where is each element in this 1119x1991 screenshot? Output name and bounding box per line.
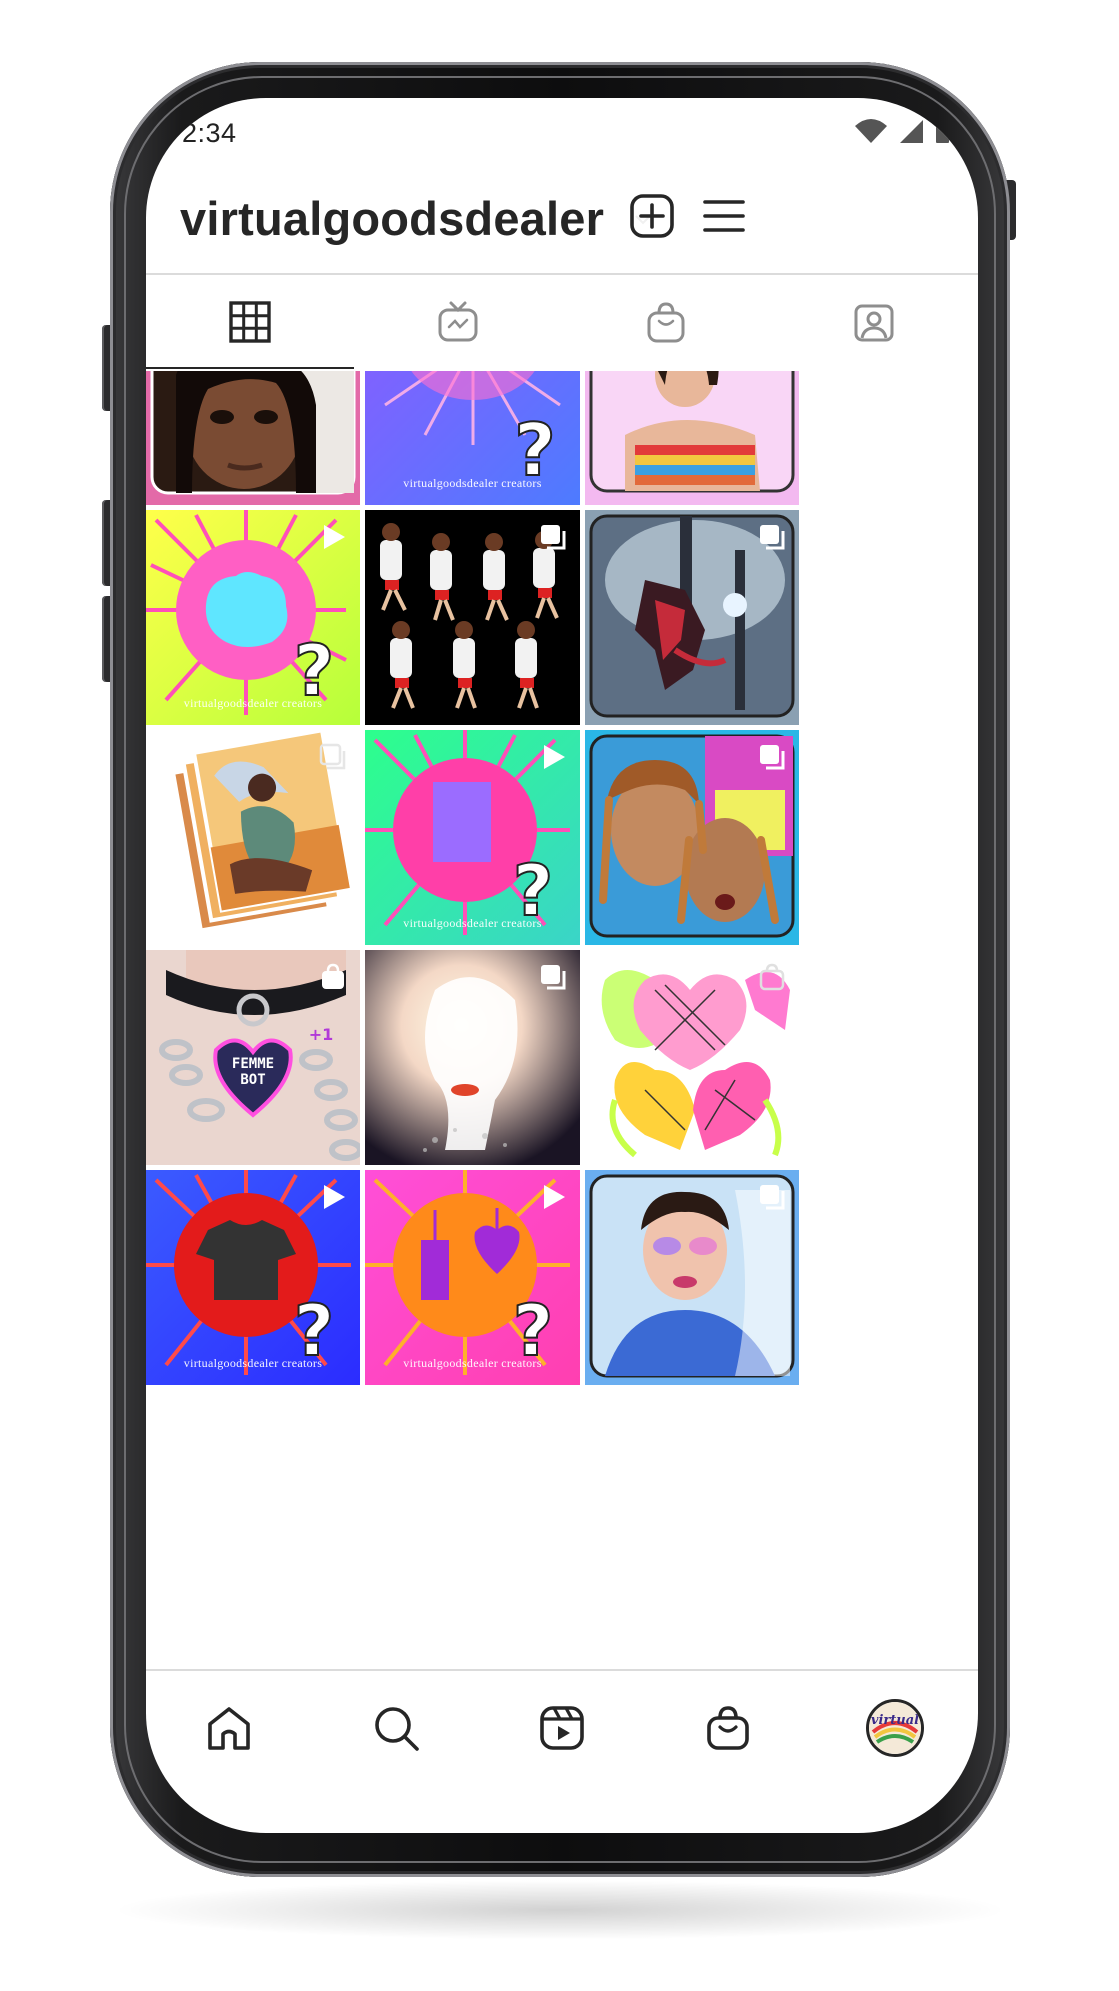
nav-search[interactable] xyxy=(312,1672,478,1784)
svg-text:BOT: BOT xyxy=(240,1072,265,1088)
reel-play-icon xyxy=(324,1185,345,1209)
post-caption: virtualgoodsdealer creators xyxy=(403,1356,542,1370)
nav-reels[interactable] xyxy=(479,1672,645,1784)
grid-post[interactable] xyxy=(585,510,799,725)
grid-post[interactable] xyxy=(585,730,799,945)
shopping-bag-icon xyxy=(759,963,785,991)
post-caption: virtualgoodsdealer creators xyxy=(403,476,542,490)
reel-play-icon xyxy=(544,1185,565,1209)
tab-shop[interactable] xyxy=(562,275,770,368)
reels-icon xyxy=(540,1706,584,1750)
profile-tabs xyxy=(146,275,978,369)
status-icons xyxy=(854,118,950,144)
svg-text:virtual: virtual xyxy=(871,1713,919,1728)
hamburger-menu-icon xyxy=(703,200,745,232)
phone-screen: 2:34 virtualgoodsdealer ? virtualgoodsde… xyxy=(146,98,978,1833)
post-photo-portrait xyxy=(146,371,360,505)
grid-post[interactable]: FEMME BOT +1 xyxy=(146,950,360,1165)
svg-text:+1: +1 xyxy=(309,1025,334,1044)
grid-post[interactable] xyxy=(146,371,360,505)
profile-username[interactable]: virtualgoodsdealer xyxy=(180,191,604,246)
posts-grid: ? virtualgoodsdealer creators ? virtualg… xyxy=(146,371,978,1669)
nav-shop[interactable] xyxy=(645,1672,811,1784)
post-caption: virtualgoodsdealer creators xyxy=(183,696,323,710)
grid-icon xyxy=(229,300,271,343)
carousel-icon xyxy=(760,745,785,770)
shopping-bag-icon xyxy=(322,963,344,989)
post-caption: virtualgoodsdealer creators xyxy=(183,1356,323,1370)
carousel-icon xyxy=(541,965,566,990)
grid-post[interactable] xyxy=(365,950,580,1165)
carousel-icon xyxy=(760,1185,785,1210)
grid-post[interactable]: ? virtualgoodsdealer creators xyxy=(146,510,360,725)
tab-posts[interactable] xyxy=(146,275,354,369)
shopping-bag-icon xyxy=(707,1706,750,1750)
carousel-icon xyxy=(541,525,566,550)
svg-text:FEMME: FEMME xyxy=(232,1056,274,1072)
post-photo-stripes xyxy=(585,371,799,505)
grid-post[interactable] xyxy=(365,510,580,725)
grid-post[interactable]: ? virtualgoodsdealer creators xyxy=(146,1170,360,1385)
wifi-icon xyxy=(855,119,887,143)
nav-profile[interactable]: virtual xyxy=(812,1672,978,1784)
reel-play-icon xyxy=(324,525,345,549)
home-icon xyxy=(208,1707,251,1750)
tab-igtv[interactable] xyxy=(354,275,562,368)
carousel-icon xyxy=(760,525,785,550)
profile-avatar: virtual xyxy=(865,1699,924,1757)
avatar-logo: virtual xyxy=(868,1702,921,1754)
tagged-user-icon xyxy=(854,304,894,341)
grid-post[interactable]: ? virtualgoodsdealer creators xyxy=(365,730,580,945)
battery-icon xyxy=(936,119,949,143)
grid-post[interactable] xyxy=(585,371,799,505)
bottom-nav-divider xyxy=(146,1669,978,1671)
grid-post[interactable] xyxy=(585,1170,799,1385)
tab-tagged[interactable] xyxy=(770,275,978,368)
grid-post[interactable]: ? virtualgoodsdealer creators xyxy=(365,1170,580,1385)
grid-post[interactable]: ? virtualgoodsdealer creators xyxy=(365,371,580,505)
nav-home[interactable] xyxy=(146,1672,312,1784)
menu-button[interactable] xyxy=(696,188,752,244)
new-post-button[interactable] xyxy=(624,188,680,244)
grid-post[interactable] xyxy=(146,730,360,945)
signal-icon xyxy=(900,120,923,143)
igtv-icon xyxy=(438,301,478,341)
grid-post[interactable] xyxy=(585,950,799,1165)
post-caption: virtualgoodsdealer creators xyxy=(403,916,542,930)
plus-square-icon xyxy=(630,194,674,238)
status-time: 2:34 xyxy=(182,118,237,148)
bottom-nav: virtual xyxy=(146,1672,978,1784)
phone-shadow xyxy=(110,1880,1010,1940)
search-icon xyxy=(374,1707,419,1751)
carousel-icon xyxy=(319,743,346,770)
shopping-bag-icon xyxy=(647,301,685,342)
reel-play-icon xyxy=(544,745,565,769)
